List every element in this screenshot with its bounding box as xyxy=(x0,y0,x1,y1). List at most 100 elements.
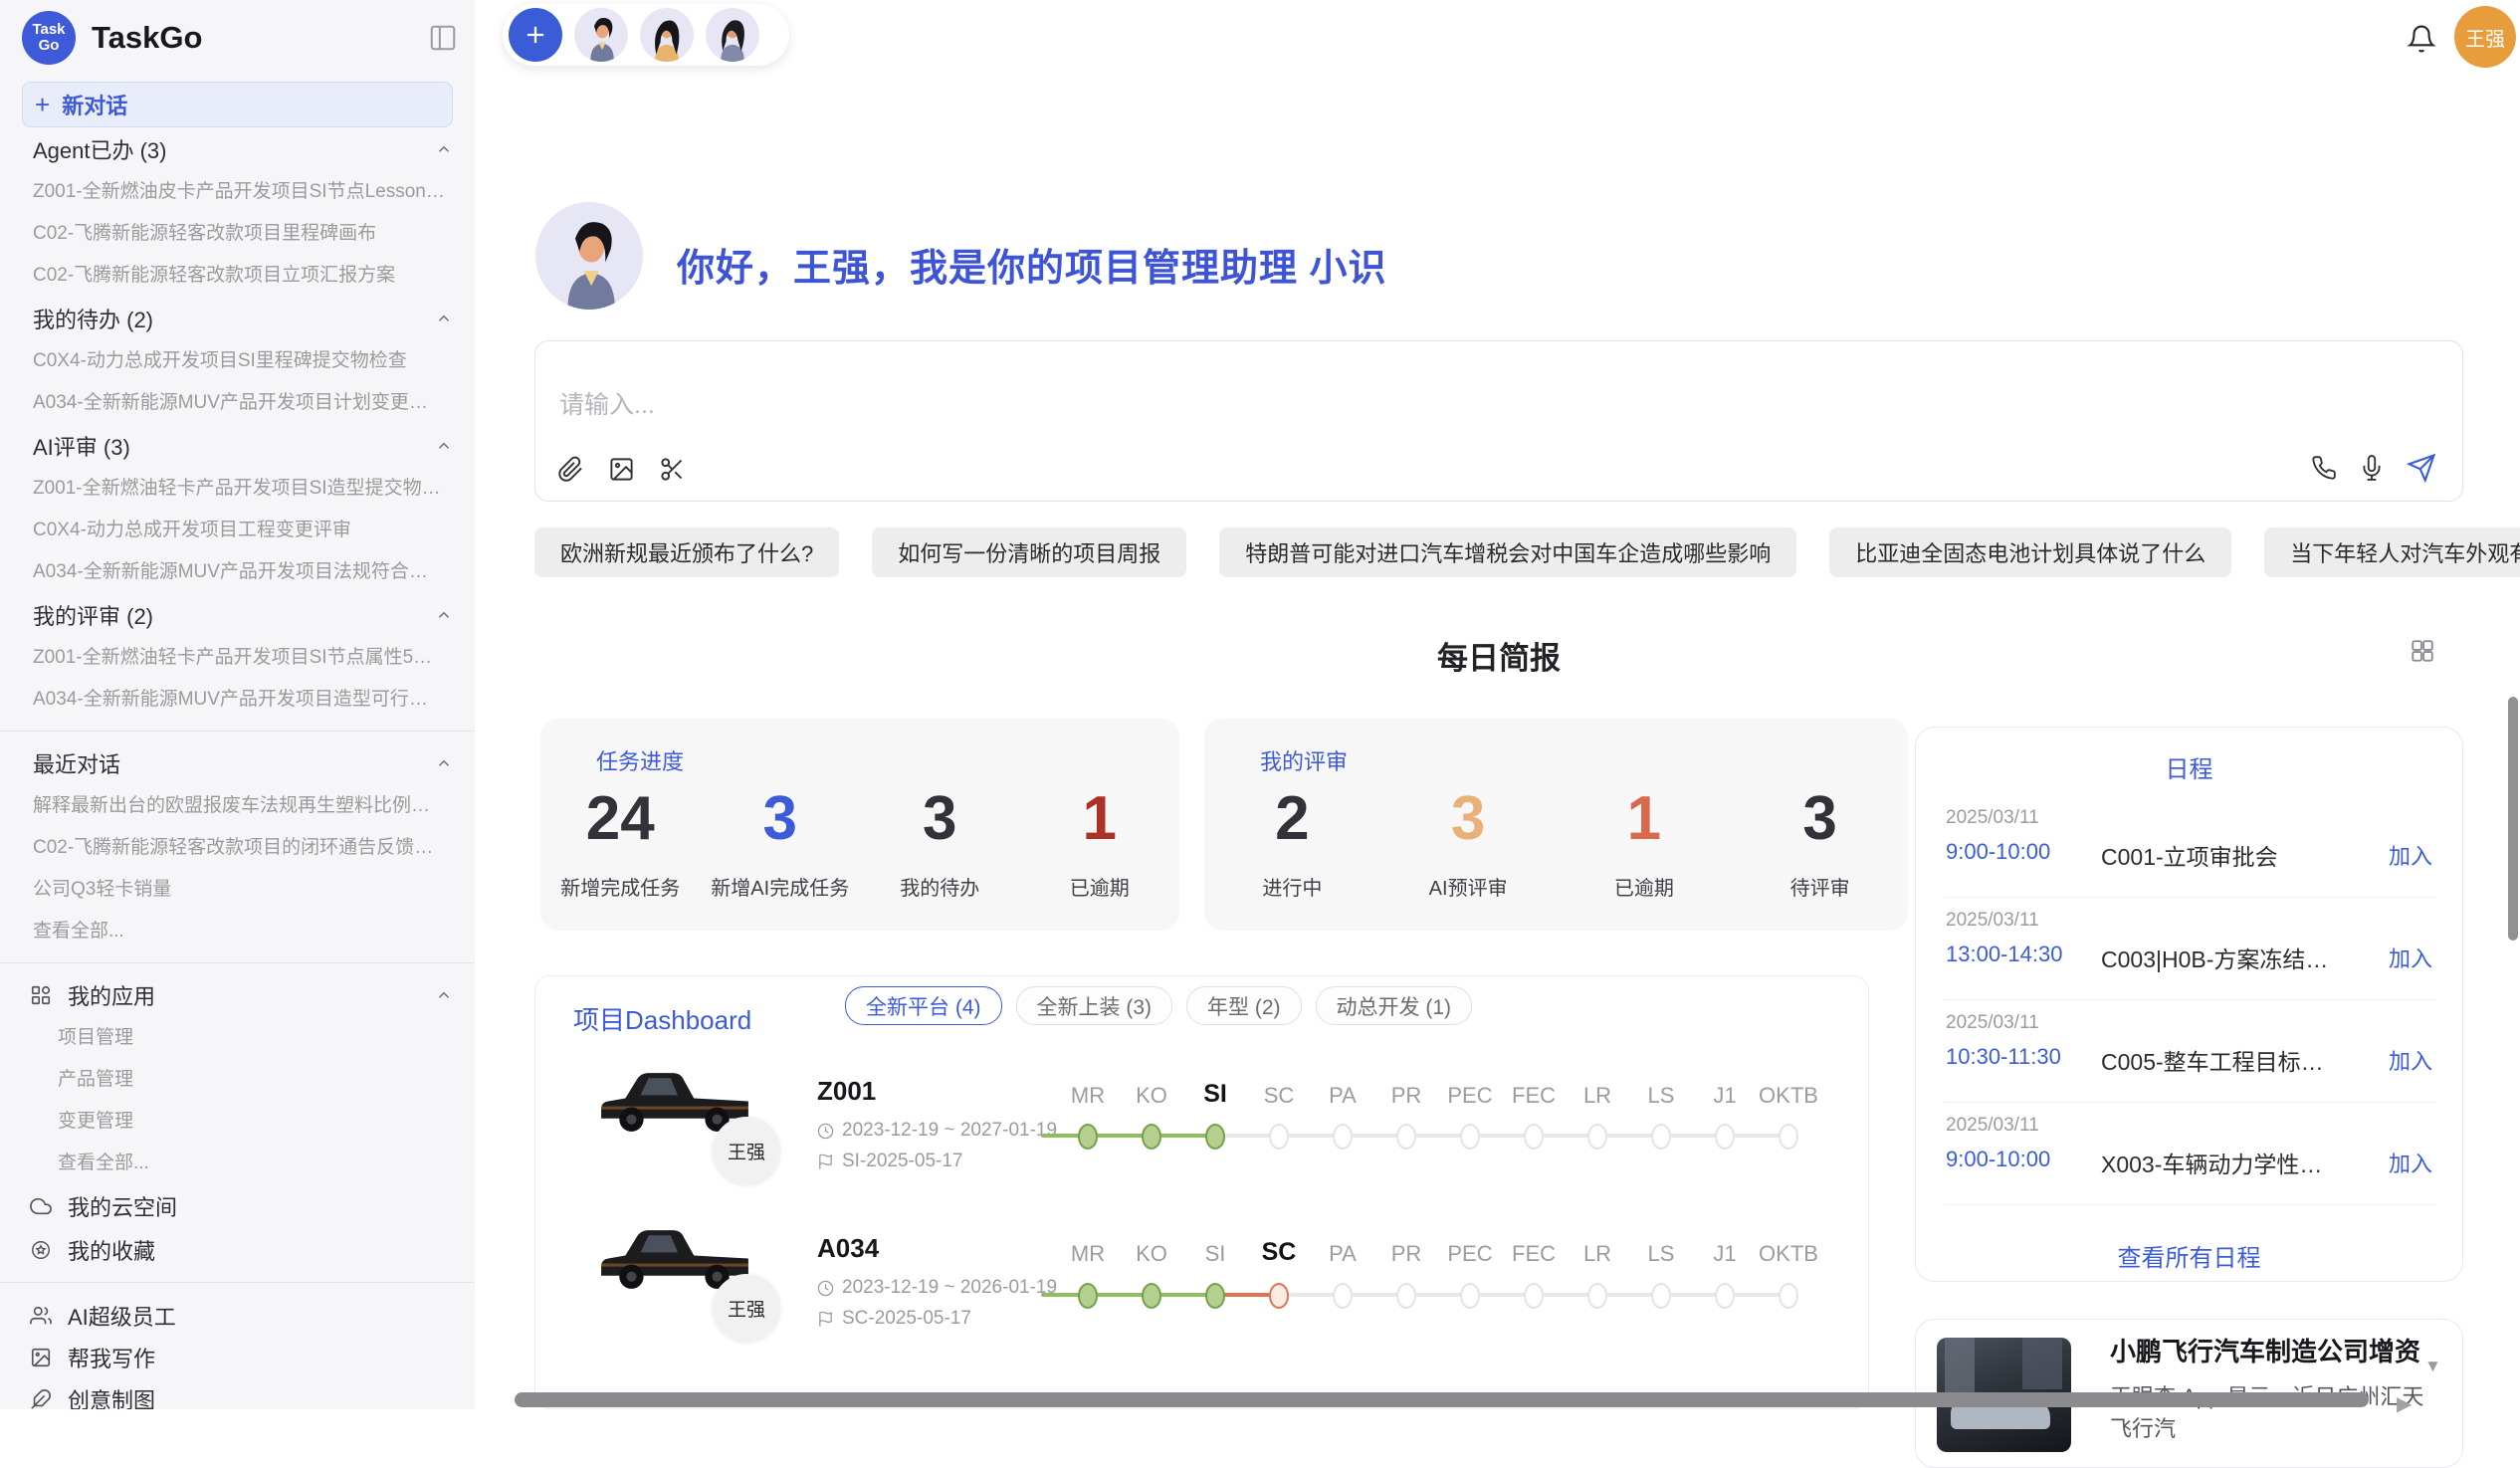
milestone-dot-done[interactable] xyxy=(1205,1283,1225,1309)
avatar[interactable] xyxy=(640,8,694,62)
project-flag-text: SI-2025-05-17 xyxy=(842,1151,962,1172)
divider xyxy=(1944,999,2436,1000)
sidebar-collapse-icon[interactable] xyxy=(427,23,459,53)
image-upload-icon[interactable] xyxy=(608,456,635,483)
milestone-dot[interactable] xyxy=(1524,1283,1544,1309)
milestone-dot[interactable] xyxy=(1396,1124,1416,1150)
new-chat-button[interactable]: + 新对话 xyxy=(22,82,453,127)
phone-icon[interactable] xyxy=(2311,455,2337,481)
project-code[interactable]: Z001 xyxy=(817,1076,876,1107)
suggestion-chip[interactable]: 比亚迪全固态电池计划具体说了什么 xyxy=(1829,527,2231,577)
suggestion-chip[interactable]: 当下年轻人对汽车外观有怎样的喜好趋势 xyxy=(2264,527,2520,577)
view-all-schedule-link[interactable]: 查看所有日程 xyxy=(1916,1238,2462,1273)
notification-bell-icon[interactable] xyxy=(2407,24,2436,54)
list-item[interactable]: C02-飞腾新能源轻客改款项目里程碑画布 xyxy=(0,213,475,255)
vertical-scrollbar[interactable] xyxy=(2508,697,2518,941)
milestone-dot-done[interactable] xyxy=(1078,1124,1098,1150)
tab-powertrain-dev[interactable]: 动总开发 (1) xyxy=(1316,986,1473,1025)
milestone-dot-current[interactable] xyxy=(1205,1124,1225,1150)
section-my-review[interactable]: 我的评审 (2) xyxy=(33,593,453,637)
milestone-dot[interactable] xyxy=(1715,1283,1735,1309)
chevron-up-icon[interactable] xyxy=(435,754,453,772)
tab-all-new-body[interactable]: 全新上装 (3) xyxy=(1016,986,1173,1025)
milestone-dot-done[interactable] xyxy=(1142,1124,1161,1150)
scissors-icon[interactable] xyxy=(659,456,686,483)
sidebar-item-product-mgmt[interactable]: 产品管理 xyxy=(0,1059,475,1101)
chat-input[interactable]: 请输入... xyxy=(534,340,2463,502)
attach-icon[interactable] xyxy=(557,456,584,483)
chevron-up-icon[interactable] xyxy=(435,986,453,1004)
suggestion-chip[interactable]: 欧洲新规最近颁布了什么? xyxy=(534,527,839,577)
list-item[interactable]: C0X4-动力总成开发项目SI里程碑提交物检查 xyxy=(0,340,475,382)
milestone-dot[interactable] xyxy=(1715,1124,1735,1150)
list-item[interactable]: A034-全新新能源MUV产品开发项目造型可行性评审 xyxy=(0,679,475,721)
milestone-dot[interactable] xyxy=(1779,1283,1798,1309)
list-item[interactable]: Z001-全新燃油皮卡产品开发项目SI节点Lesson Learn报告 xyxy=(0,171,475,213)
avatar[interactable] xyxy=(706,8,759,62)
chevron-up-icon[interactable] xyxy=(435,606,453,624)
tab-model-year[interactable]: 年型 (2) xyxy=(1186,986,1302,1025)
chevron-up-icon[interactable] xyxy=(435,310,453,327)
layout-grid-icon[interactable] xyxy=(2410,638,2435,664)
milestone-dot-done[interactable] xyxy=(1142,1283,1161,1309)
user-name: 王强 xyxy=(2465,23,2505,52)
suggestion-chip[interactable]: 特朗普可能对进口汽车增税会对中国车企造成哪些影响 xyxy=(1219,527,1796,577)
milestone-dot[interactable] xyxy=(1396,1283,1416,1309)
milestone-dot-done[interactable] xyxy=(1078,1283,1098,1309)
join-link[interactable]: 加入 xyxy=(2389,1044,2432,1076)
view-all-chats-link[interactable]: 查看全部... xyxy=(0,911,475,952)
milestone-dot-overdue[interactable] xyxy=(1269,1283,1289,1309)
sidebar-item-cloud-space[interactable]: 我的云空间 xyxy=(30,1184,453,1228)
list-item[interactable]: C0X4-动力总成开发项目工程变更评审 xyxy=(0,510,475,551)
horizontal-scrollbar[interactable] xyxy=(515,1392,2369,1407)
list-item[interactable]: A034-全新新能源MUV产品开发项目计划变更表编写 xyxy=(0,382,475,424)
add-session-button[interactable] xyxy=(509,8,562,62)
milestone-dot[interactable] xyxy=(1651,1283,1671,1309)
sidebar-item-favorites[interactable]: 我的收藏 xyxy=(30,1228,453,1272)
milestone-dot[interactable] xyxy=(1651,1124,1671,1150)
milestone-label: SC xyxy=(1246,1083,1312,1109)
milestone-dot[interactable] xyxy=(1269,1124,1289,1150)
microphone-icon[interactable] xyxy=(2359,455,2385,481)
project-code[interactable]: A034 xyxy=(817,1233,879,1264)
milestone-dot[interactable] xyxy=(1460,1283,1480,1309)
section-recent-chats[interactable]: 最近对话 xyxy=(33,741,453,785)
join-link[interactable]: 加入 xyxy=(2389,839,2432,871)
sidebar-item-help-write[interactable]: 帮我写作 xyxy=(30,1337,453,1378)
sidebar-item-change-mgmt[interactable]: 变更管理 xyxy=(0,1101,475,1143)
milestone-dot[interactable] xyxy=(1524,1124,1544,1150)
send-icon[interactable] xyxy=(2407,453,2436,483)
chevron-up-icon[interactable] xyxy=(435,140,453,158)
join-link[interactable]: 加入 xyxy=(2389,942,2432,973)
user-avatar[interactable]: 王强 xyxy=(2454,6,2516,68)
milestone-dot[interactable] xyxy=(1587,1283,1607,1309)
suggestion-chip[interactable]: 如何写一份清晰的项目周报 xyxy=(872,527,1186,577)
milestone-label: PEC xyxy=(1437,1083,1503,1109)
milestone-dot[interactable] xyxy=(1333,1124,1353,1150)
list-item[interactable]: Z001-全新燃油轻卡产品开发项目SI节点属性5D文件评审 xyxy=(0,637,475,679)
chevron-up-icon[interactable] xyxy=(435,437,453,455)
milestone-dot[interactable] xyxy=(1333,1283,1353,1309)
scroll-right-arrow-icon[interactable]: ▶ xyxy=(2397,1391,2412,1416)
list-item[interactable]: C02-飞腾新能源轻客改款项目的闭环通告反馈情况 xyxy=(0,827,475,869)
list-item[interactable]: C02-飞腾新能源轻客改款项目立项汇报方案 xyxy=(0,255,475,297)
milestone-dot[interactable] xyxy=(1587,1124,1607,1150)
list-item[interactable]: A034-全新新能源MUV产品开发项目法规符合性评审 xyxy=(0,551,475,593)
sidebar-item-project-mgmt[interactable]: 项目管理 xyxy=(0,1017,475,1059)
sidebar-item-ai-super-staff[interactable]: AI超级员工 xyxy=(30,1295,453,1337)
list-item[interactable]: 解释最新出台的欧盟报废车法规再生塑料比例被调至15%... xyxy=(0,785,475,827)
sidebar-item-my-apps[interactable]: 我的应用 xyxy=(30,973,453,1017)
join-link[interactable]: 加入 xyxy=(2389,1147,2432,1178)
section-ai-review[interactable]: AI评审 (3) xyxy=(33,424,453,468)
section-agent-done[interactable]: Agent已办 (3) xyxy=(33,127,453,171)
tab-all-new-platform[interactable]: 全新平台 (4) xyxy=(845,986,1002,1025)
list-item[interactable]: 公司Q3轻卡销量 xyxy=(0,869,475,911)
scroll-down-arrow-icon[interactable]: ▼ xyxy=(2424,1357,2441,1376)
milestone-dot[interactable] xyxy=(1460,1124,1480,1150)
list-item[interactable]: Z001-全新燃油轻卡产品开发项目SI造型提交物评审 xyxy=(0,468,475,510)
sidebar-item-creative-draw[interactable]: 创意制图 xyxy=(30,1378,453,1409)
view-all-apps-link[interactable]: 查看全部... xyxy=(0,1143,475,1184)
section-my-todo[interactable]: 我的待办 (2) xyxy=(33,297,453,340)
milestone-dot[interactable] xyxy=(1779,1124,1798,1150)
avatar[interactable] xyxy=(574,8,628,62)
